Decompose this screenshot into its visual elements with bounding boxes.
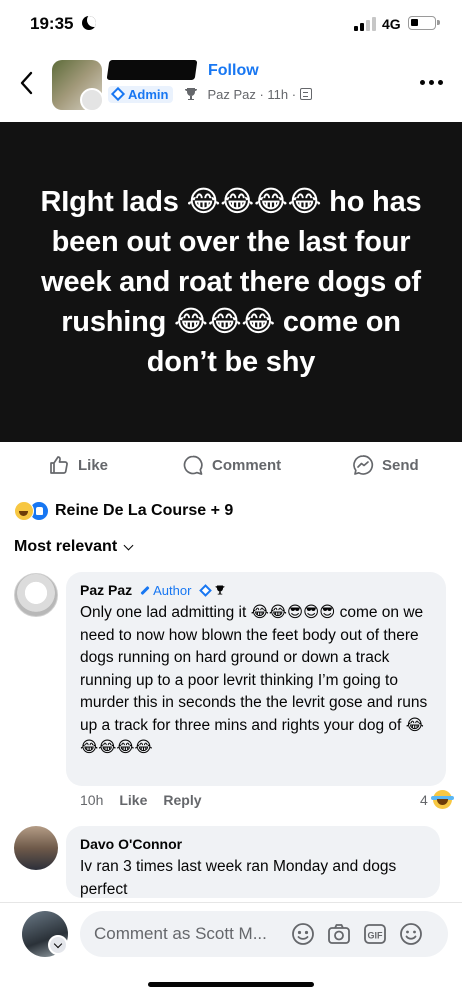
admin-diamond-icon bbox=[110, 86, 126, 102]
haha-reaction-icon bbox=[430, 790, 454, 809]
like-label: Like bbox=[78, 456, 109, 474]
reactions-summary[interactable]: Reine De La Course + 9 bbox=[14, 500, 233, 522]
comment-text: Only one lad admitting it 😂😂😎😎😎 come on … bbox=[80, 604, 428, 756]
reaction-count: 4 bbox=[420, 791, 428, 808]
comment-reaction-count[interactable]: 4 bbox=[420, 790, 454, 809]
redacted-group-name bbox=[106, 60, 198, 80]
admin-label: Admin bbox=[128, 86, 169, 102]
post-meta: Admin Paz Paz · 11h · bbox=[108, 84, 313, 104]
comment-button[interactable]: Comment bbox=[182, 454, 281, 476]
dot-icon bbox=[438, 80, 443, 85]
reaction-icons bbox=[14, 501, 49, 521]
dot-icon bbox=[429, 80, 434, 85]
admin-diamond-icon bbox=[199, 583, 213, 597]
author-avatar bbox=[80, 88, 102, 110]
sort-label: Most relevant bbox=[14, 538, 118, 555]
comment-like-button[interactable]: Like bbox=[119, 792, 147, 808]
chevron-down-icon bbox=[123, 540, 134, 550]
comment-bubble-icon bbox=[183, 455, 203, 475]
post-author-time[interactable]: Paz Paz · 11h · bbox=[207, 87, 296, 102]
reactions-text: Reine De La Course + 9 bbox=[55, 502, 234, 519]
network-type: 4G bbox=[382, 16, 401, 32]
author-tag-label: Author bbox=[153, 582, 192, 598]
dot-icon bbox=[420, 80, 425, 85]
admin-badge: Admin bbox=[108, 85, 174, 103]
post-header: Follow Admin Paz Paz · 11h · bbox=[0, 54, 462, 122]
comment-reply-button[interactable]: Reply bbox=[163, 792, 201, 808]
post-actions: Like Comment Send bbox=[0, 450, 462, 482]
status-time: 19:35 bbox=[30, 14, 74, 33]
avatar-sticker-icon[interactable] bbox=[290, 921, 316, 947]
post-body[interactable]: RIght lads 😂😂😂😂 ho has been out over the… bbox=[0, 122, 462, 442]
like-button[interactable]: Like bbox=[48, 454, 108, 476]
audience-icon bbox=[300, 88, 313, 100]
profile-switch-chevron-icon[interactable] bbox=[48, 935, 68, 955]
camera-icon[interactable] bbox=[326, 921, 352, 947]
comment-sort-dropdown[interactable]: Most relevant bbox=[14, 538, 134, 556]
status-bar: 19:35 4G bbox=[0, 0, 462, 52]
battery-icon bbox=[408, 16, 440, 30]
emoji-icon[interactable] bbox=[398, 921, 424, 947]
do-not-disturb-icon bbox=[82, 16, 96, 30]
comment-bubble: Paz Paz Author Only one lad admitting it… bbox=[66, 572, 446, 786]
group-avatar[interactable] bbox=[52, 60, 102, 110]
comment-time: 10h bbox=[80, 792, 104, 808]
send-button[interactable]: Send bbox=[352, 454, 419, 476]
comment-text: Iv ran 3 times last week ran Monday and … bbox=[80, 858, 397, 898]
follow-button[interactable]: Follow bbox=[208, 62, 259, 80]
gif-icon[interactable]: GIF bbox=[362, 921, 388, 947]
pencil-icon bbox=[140, 585, 150, 595]
member-badges bbox=[199, 583, 226, 597]
chevron-left-icon bbox=[20, 71, 33, 95]
commenter-avatar[interactable] bbox=[14, 573, 58, 617]
comment-author-row: Paz Paz Author bbox=[80, 582, 432, 598]
comment-author-row: Davo O'Connor bbox=[80, 836, 426, 852]
trophy-icon bbox=[185, 88, 198, 100]
composer-tools: GIF bbox=[290, 921, 424, 947]
back-button[interactable] bbox=[14, 68, 40, 98]
trophy-icon bbox=[215, 585, 225, 595]
send-label: Send bbox=[382, 456, 419, 474]
comment-meta: 10h Like Reply bbox=[80, 792, 202, 808]
svg-text:GIF: GIF bbox=[368, 931, 384, 941]
more-options-button[interactable] bbox=[420, 80, 443, 85]
messenger-icon bbox=[353, 455, 374, 475]
comment-author[interactable]: Davo O'Connor bbox=[80, 836, 182, 852]
home-indicator bbox=[148, 982, 314, 987]
author-tag: Author bbox=[140, 583, 191, 598]
comment-author[interactable]: Paz Paz bbox=[80, 582, 132, 598]
commenter-avatar[interactable] bbox=[14, 826, 58, 870]
haha-reaction-icon bbox=[14, 501, 34, 521]
signal-icon bbox=[354, 17, 376, 31]
thumbs-up-icon bbox=[50, 456, 68, 474]
post-text: RIght lads 😂😂😂😂 ho has been out over the… bbox=[40, 186, 422, 378]
comment-label: Comment bbox=[212, 456, 282, 474]
comment-bubble: Davo O'Connor Iv ran 3 times last week r… bbox=[66, 826, 440, 898]
